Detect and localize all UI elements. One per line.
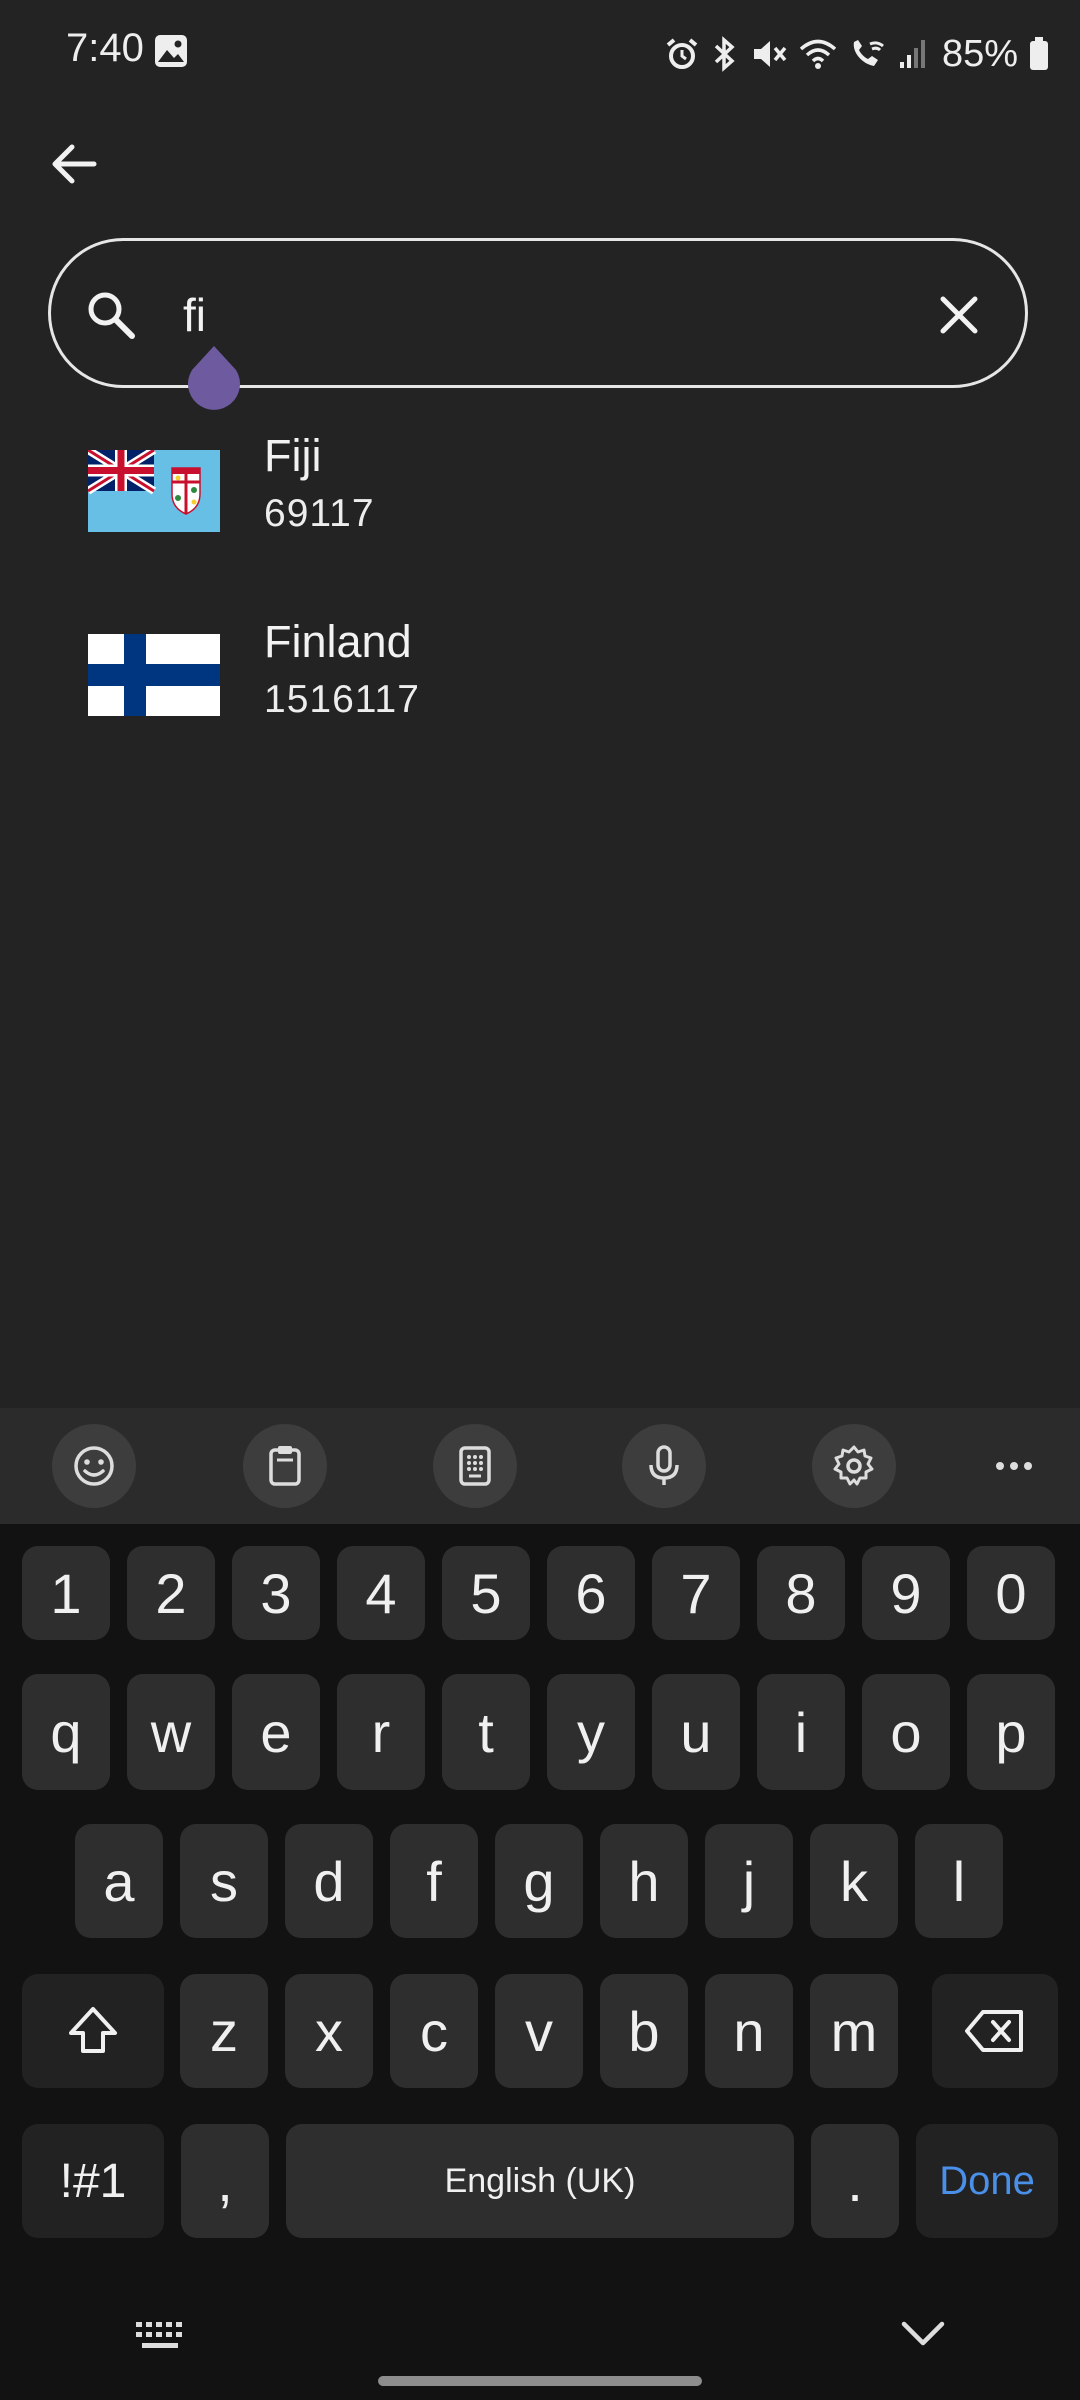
- search-input[interactable]: [183, 277, 843, 353]
- key-6[interactable]: 6: [547, 1546, 635, 1640]
- keyboard: 1234567890 qwertyuiop asdfghjkl zxcvbnm …: [0, 1524, 1080, 2400]
- keyboard-settings-button[interactable]: [812, 1424, 896, 1508]
- key-r[interactable]: r: [337, 1674, 425, 1790]
- search-icon: [83, 287, 139, 343]
- wifi-calling-icon: [848, 36, 888, 72]
- key-q[interactable]: q: [22, 1674, 110, 1790]
- key-z[interactable]: z: [180, 1974, 268, 2088]
- period-key[interactable]: .: [811, 2124, 899, 2238]
- comma-key[interactable]: ,: [181, 2124, 269, 2238]
- alarm-icon: [664, 36, 700, 72]
- settings-icon: [833, 1445, 874, 1486]
- mic-icon: [649, 1445, 679, 1485]
- backspace-key[interactable]: [932, 1974, 1058, 2088]
- key-8[interactable]: 8: [757, 1546, 845, 1640]
- keypad-button[interactable]: [433, 1424, 517, 1508]
- result-item-fiji[interactable]: Fiji 69117: [0, 420, 1080, 590]
- symbols-key[interactable]: !#1: [22, 2124, 164, 2238]
- key-g[interactable]: g: [495, 1824, 583, 1938]
- keypad-icon: [459, 1446, 491, 1486]
- key-m[interactable]: m: [810, 1974, 898, 2088]
- done-key[interactable]: Done: [916, 2124, 1058, 2238]
- finland-flag: [88, 634, 220, 716]
- key-i[interactable]: i: [757, 1674, 845, 1790]
- keyboard-switch-button[interactable]: [134, 2318, 186, 2357]
- key-b[interactable]: b: [600, 1974, 688, 2088]
- fiji-flag: [88, 450, 220, 532]
- key-k[interactable]: k: [810, 1824, 898, 1938]
- key-n[interactable]: n: [705, 1974, 793, 2088]
- key-f[interactable]: f: [390, 1824, 478, 1938]
- clipboard-icon: [269, 1446, 301, 1486]
- key-v[interactable]: v: [495, 1974, 583, 2088]
- clipboard-button[interactable]: [243, 1424, 327, 1508]
- bluetooth-icon: [710, 36, 740, 72]
- keyboard-toolbar: [0, 1408, 1080, 1524]
- key-2[interactable]: 2: [127, 1546, 215, 1640]
- key-x[interactable]: x: [285, 1974, 373, 2088]
- key-0[interactable]: 0: [967, 1546, 1055, 1640]
- key-t[interactable]: t: [442, 1674, 530, 1790]
- backspace-icon: [965, 2010, 1023, 2052]
- key-a[interactable]: a: [75, 1824, 163, 1938]
- signal-icon: [898, 36, 928, 72]
- voice-input-button[interactable]: [622, 1424, 706, 1508]
- key-d[interactable]: d: [285, 1824, 373, 1938]
- gallery-icon: [154, 34, 188, 68]
- back-button[interactable]: [44, 134, 104, 194]
- more-icon: [996, 1462, 1032, 1470]
- emoji-button[interactable]: [52, 1424, 136, 1508]
- key-c[interactable]: c: [390, 1974, 478, 2088]
- country-population: 69117: [264, 492, 375, 535]
- country-population: 1516117: [264, 678, 420, 721]
- clear-icon: [940, 296, 978, 334]
- hide-keyboard-button[interactable]: [898, 2316, 948, 2357]
- chevron-down-icon: [901, 2321, 945, 2346]
- key-1[interactable]: 1: [22, 1546, 110, 1640]
- status-bar: 7:40 85%: [0, 0, 1080, 108]
- shift-key[interactable]: [22, 1974, 164, 2088]
- key-e[interactable]: e: [232, 1674, 320, 1790]
- country-name: Finland: [264, 616, 412, 667]
- emoji-icon: [74, 1446, 114, 1486]
- key-9[interactable]: 9: [862, 1546, 950, 1640]
- space-key[interactable]: English (UK): [286, 2124, 794, 2238]
- key-o[interactable]: o: [862, 1674, 950, 1790]
- mute-icon: [750, 36, 788, 72]
- key-p[interactable]: p: [967, 1674, 1055, 1790]
- result-item-finland[interactable]: Finland 1516117: [0, 608, 1080, 778]
- text-cursor-handle[interactable]: [184, 344, 244, 416]
- key-j[interactable]: j: [705, 1824, 793, 1938]
- shift-icon: [69, 2007, 117, 2053]
- key-w[interactable]: w: [127, 1674, 215, 1790]
- key-s[interactable]: s: [180, 1824, 268, 1938]
- home-indicator[interactable]: [378, 2376, 702, 2386]
- back-arrow-icon: [52, 144, 97, 184]
- key-5[interactable]: 5: [442, 1546, 530, 1640]
- key-4[interactable]: 4: [337, 1546, 425, 1640]
- key-7[interactable]: 7: [652, 1546, 740, 1640]
- battery-percent: 85%: [941, 32, 1018, 75]
- country-name: Fiji: [264, 430, 322, 481]
- battery-icon: [1028, 36, 1050, 72]
- keyboard-icon: [136, 2322, 182, 2348]
- key-y[interactable]: y: [547, 1674, 635, 1790]
- status-time: 7:40: [66, 26, 144, 70]
- key-h[interactable]: h: [600, 1824, 688, 1938]
- wifi-icon: [798, 36, 838, 72]
- more-options-button[interactable]: [972, 1424, 1056, 1508]
- clear-button[interactable]: [929, 285, 989, 345]
- key-u[interactable]: u: [652, 1674, 740, 1790]
- key-l[interactable]: l: [915, 1824, 1003, 1938]
- key-3[interactable]: 3: [232, 1546, 320, 1640]
